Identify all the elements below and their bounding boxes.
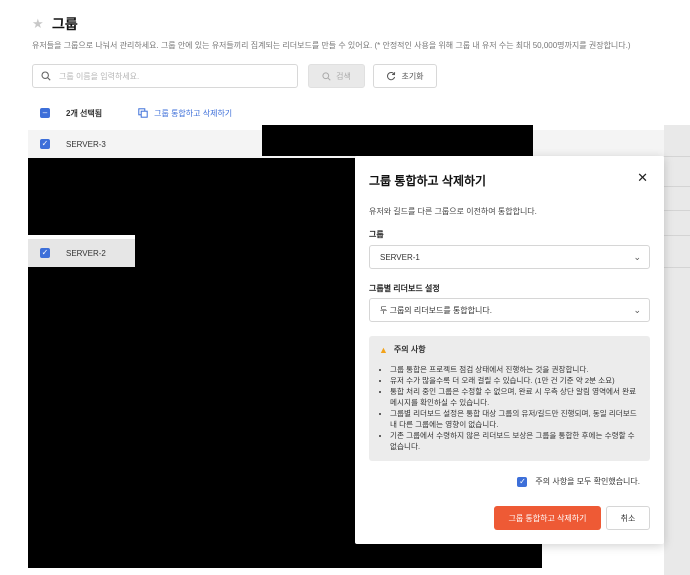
reset-button[interactable]: 초기화: [373, 64, 437, 88]
notice-item: 통합 처리 중인 그룹은 수정할 수 없으며, 완료 시 우측 상단 알림 영역…: [390, 386, 640, 408]
leaderboard-setting-label: 그룹별 리더보드 설정: [369, 284, 440, 293]
merge-dialog: 그룹 통합하고 삭제하기 ✕ 유저와 길드를 다른 그룹으로 이전하여 통합합니…: [355, 156, 664, 544]
cancel-button[interactable]: 취소: [606, 506, 650, 530]
search-input[interactable]: [59, 71, 279, 81]
table-edge: [664, 125, 690, 575]
merge-delete-link[interactable]: 그룹 통합하고 삭제하기: [138, 108, 232, 119]
notice-list: 그룹 통합은 프로젝트 점검 상태에서 진행하는 것을 권장합니다. 유저 수가…: [379, 364, 640, 452]
copy-icon: [138, 108, 148, 118]
search-button-label: 검색: [336, 71, 351, 81]
chevron-down-icon: ⌄: [633, 251, 641, 262]
group-select[interactable]: SERVER-1 ⌄: [369, 245, 650, 269]
search-button[interactable]: 검색: [308, 64, 365, 88]
redacted-region: [355, 542, 542, 568]
notice-title: 주의 사항: [393, 345, 426, 354]
select-all-checkbox[interactable]: –: [40, 108, 50, 118]
refresh-icon: [387, 72, 396, 81]
redacted-region: [28, 267, 360, 568]
dialog-description: 유저와 길드를 다른 그룹으로 이전하여 통합합니다.: [369, 207, 537, 216]
close-icon[interactable]: ✕: [637, 171, 648, 185]
redacted-region: [28, 158, 360, 235]
notice-item: 기존 그룹에서 수령하지 않은 리더보드 보상은 그룹을 통합한 후에는 수령할…: [390, 430, 640, 452]
row-group-name: SERVER-3: [66, 139, 106, 149]
group-label: 그룹: [369, 230, 384, 239]
table-row[interactable]: ✓ SERVER-2: [28, 239, 135, 267]
notice-box: ▲ 주의 사항 그룹 통합은 프로젝트 점검 상태에서 진행하는 것을 권장합니…: [369, 336, 650, 461]
notice-item: 그룹 통합은 프로젝트 점검 상태에서 진행하는 것을 권장합니다.: [390, 364, 640, 375]
leaderboard-setting-select[interactable]: 두 그룹의 리더보드를 통합합니다. ⌄: [369, 298, 650, 322]
search-icon: [41, 71, 51, 81]
notice-item: 그룹별 리더보드 설정은 통합 대상 그룹의 유저/길드만 진행되며, 동일 리…: [390, 408, 640, 430]
row-group-name: SERVER-2: [66, 248, 106, 258]
star-icon[interactable]: ★: [32, 17, 44, 30]
redacted-region: [262, 125, 533, 156]
confirm-row[interactable]: ✓ 주의 사항을 모두 확인했습니다.: [517, 476, 640, 487]
row-checkbox[interactable]: ✓: [40, 248, 50, 258]
confirm-label: 주의 사항을 모두 확인했습니다.: [535, 477, 640, 486]
row-checkbox[interactable]: ✓: [40, 139, 50, 149]
group-select-value: SERVER-1: [380, 252, 420, 262]
reset-button-label: 초기화: [401, 71, 424, 81]
search-field[interactable]: [32, 64, 298, 88]
merge-delete-button[interactable]: 그룹 통합하고 삭제하기: [494, 506, 601, 530]
title-row: ★ 그룹: [32, 14, 78, 34]
notice-item: 유저 수가 많을수록 더 오래 걸릴 수 있습니다. (1만 건 기준 약 2분…: [390, 375, 640, 386]
dialog-title: 그룹 통합하고 삭제하기: [369, 174, 487, 188]
merge-delete-label: 그룹 통합하고 삭제하기: [154, 108, 233, 118]
warning-icon: ▲: [379, 344, 388, 355]
confirm-checkbox[interactable]: ✓: [517, 476, 528, 487]
redacted-region: [135, 235, 360, 267]
search-icon: [322, 71, 331, 81]
chevron-down-icon: ⌄: [633, 304, 641, 315]
page-description: 유저들을 그룹으로 나눠서 관리하세요. 그룹 안에 있는 유저들끼리 집계되는…: [32, 41, 631, 50]
leaderboard-select-value: 두 그룹의 리더보드를 통합합니다.: [380, 305, 492, 315]
selection-bar: – 2개 선택됨 그룹 통합하고 삭제하기: [28, 102, 690, 124]
selected-count: 2개 선택됨: [66, 108, 103, 118]
page-title: 그룹: [52, 16, 78, 32]
